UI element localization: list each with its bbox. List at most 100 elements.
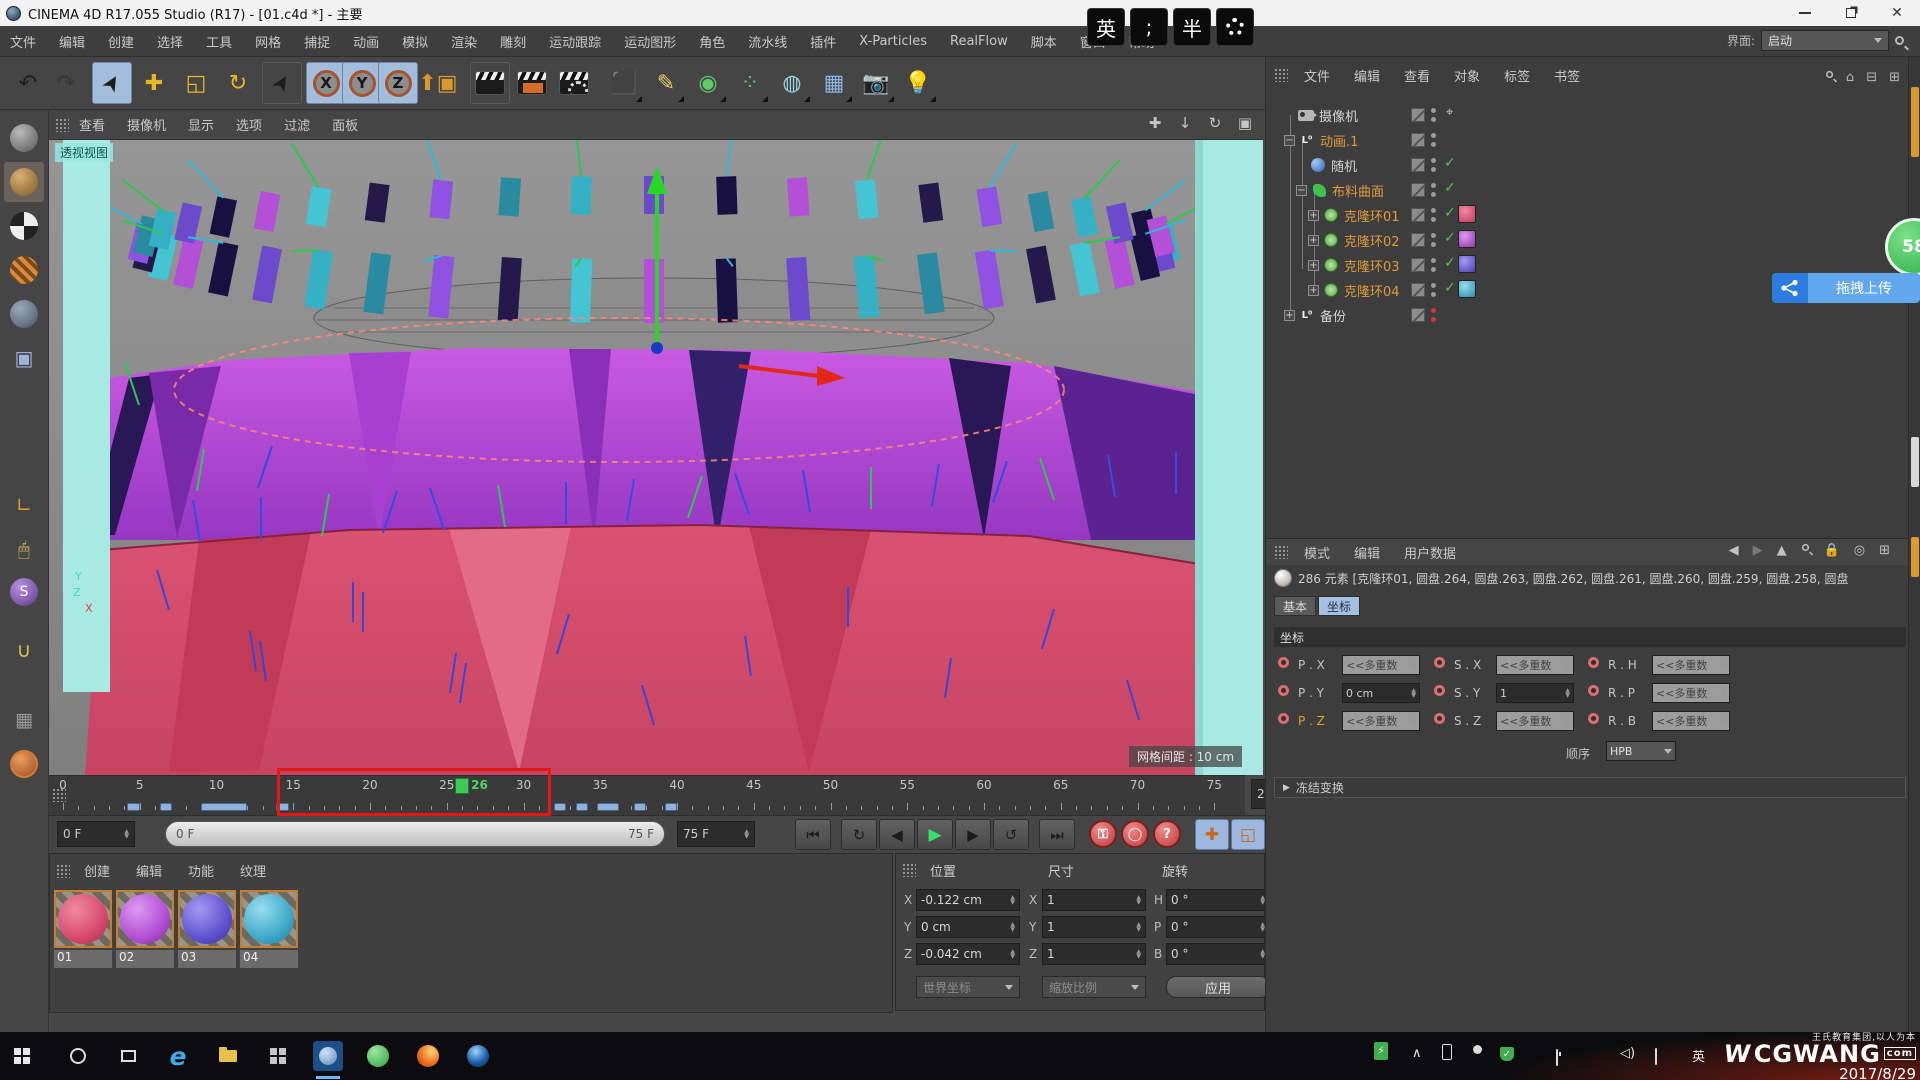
material-tag[interactable]: [1458, 280, 1476, 298]
add-cube-button[interactable]: ⬛: [604, 62, 644, 104]
keyframe-mark[interactable]: [576, 803, 588, 811]
menu-snap[interactable]: 捕捉: [304, 32, 330, 51]
firefox-icon[interactable]: [412, 1040, 444, 1072]
move-tool-button[interactable]: ✚: [134, 62, 174, 104]
menu-plugins[interactable]: 插件: [810, 32, 836, 51]
apply-button[interactable]: 应用: [1166, 976, 1270, 998]
rot-b-field[interactable]: 0 °▲▼: [1166, 943, 1270, 965]
start-button[interactable]: [6, 1040, 38, 1072]
keyframe-mark[interactable]: [634, 803, 646, 811]
keyframe-help-button[interactable]: ?: [1153, 820, 1181, 848]
viewport-rotate-icon[interactable]: ↻: [1205, 114, 1225, 132]
object-row-clone-ring-04[interactable]: + 克隆环04: [1308, 278, 1400, 302]
cortana-button[interactable]: [62, 1040, 94, 1072]
goto-start-button[interactable]: ⏮: [795, 819, 831, 850]
usb-tray-icon[interactable]: ⚡: [1374, 1042, 1388, 1060]
record-position-toggle[interactable]: ✚: [1195, 819, 1229, 850]
viewport-pan-icon[interactable]: ✚: [1145, 114, 1165, 132]
render-settings-button[interactable]: [554, 62, 594, 104]
perspective-viewport[interactable]: 透视视图 网格间距 : 10 cm Y Z X: [49, 140, 1263, 775]
drag-handle-icon[interactable]: [55, 118, 69, 132]
menu-edit[interactable]: 编辑: [59, 32, 85, 51]
keyframe-dot[interactable]: [1278, 657, 1289, 668]
keyframe-dot[interactable]: [1588, 657, 1599, 668]
px-field[interactable]: <<多重数▲▼: [1342, 655, 1420, 675]
subdivision-surface-button[interactable]: ◉: [688, 62, 728, 104]
rings-ball-icon[interactable]: [4, 744, 44, 784]
cinema4d-taskbar-icon[interactable]: [312, 1040, 344, 1072]
rot-h-field[interactable]: 0 °▲▼: [1166, 889, 1270, 911]
previous-frame-button[interactable]: ◀: [879, 819, 915, 850]
rh-field[interactable]: <<多重数▲▼: [1652, 655, 1730, 675]
om-menu-view[interactable]: 查看: [1404, 66, 1430, 85]
drag-upload-button[interactable]: 拖拽上传: [1772, 273, 1920, 303]
drag-handle-icon[interactable]: [1274, 545, 1288, 559]
viewport-menu-view[interactable]: 查看: [79, 115, 105, 134]
redo-button[interactable]: ↷: [46, 62, 86, 104]
material-thumbnail-01[interactable]: [54, 890, 112, 948]
new-panel-icon[interactable]: ⊞: [1879, 543, 1890, 558]
keyframe-dot[interactable]: [1434, 657, 1445, 668]
visibility-dots[interactable]: [1431, 133, 1437, 147]
object-row-camera[interactable]: 摄像机: [1294, 103, 1358, 127]
sx-field[interactable]: <<多重数▲▼: [1496, 655, 1574, 675]
drag-handle-icon[interactable]: [56, 864, 70, 878]
visibility-dots[interactable]: [1431, 158, 1437, 172]
size-z-field[interactable]: 1▲▼: [1042, 943, 1146, 965]
record-keyframe-button[interactable]: ◯: [1121, 820, 1149, 848]
y-axis-lock-button[interactable]: Y: [342, 62, 382, 104]
checker-ball-icon[interactable]: [4, 206, 44, 246]
visibility-dots[interactable]: [1431, 283, 1437, 297]
pick-arrow-icon[interactable]: ▲: [1777, 543, 1787, 558]
rp-field[interactable]: <<多重数▲▼: [1652, 683, 1730, 703]
pos-y-field[interactable]: 0 cm▲▼: [916, 916, 1020, 938]
size-x-field[interactable]: 1▲▼: [1042, 889, 1146, 911]
ruler-tool-icon[interactable]: ∟: [4, 485, 44, 525]
collapse-toggle[interactable]: −: [1296, 185, 1307, 196]
menu-render[interactable]: 渲染: [451, 32, 477, 51]
mograph-cloner-button[interactable]: ⁘: [730, 62, 770, 104]
enabled-check-icon[interactable]: ✓: [1444, 230, 1456, 246]
play-loop-back-button[interactable]: ↻: [841, 819, 877, 850]
pos-x-field[interactable]: -0.122 cm▲▼: [916, 889, 1020, 911]
keyframe-mark[interactable]: [597, 803, 618, 811]
restore-button[interactable]: [1828, 0, 1874, 26]
menu-file[interactable]: 文件: [10, 32, 36, 51]
start-frame-spinner[interactable]: 0 F▲▼: [57, 821, 135, 847]
edge-browser-icon[interactable]: e: [162, 1040, 194, 1072]
drag-handle-icon[interactable]: [1274, 68, 1288, 82]
layer-chip[interactable]: [1411, 308, 1425, 322]
expand-toggle[interactable]: +: [1284, 310, 1295, 321]
coordinate-space-dropdown[interactable]: 世界坐标: [916, 976, 1020, 998]
history-forward-icon[interactable]: ▶: [1753, 543, 1763, 558]
rotate-tool-button[interactable]: ↻: [218, 62, 258, 104]
material-name[interactable]: 01: [54, 950, 112, 968]
file-explorer-icon[interactable]: [212, 1040, 244, 1072]
keyframe-dot[interactable]: [1434, 713, 1445, 724]
next-frame-button[interactable]: ▶: [955, 819, 991, 850]
menu-mesh[interactable]: 网格: [255, 32, 281, 51]
displacement-ball-icon[interactable]: [4, 118, 44, 158]
dock-tab[interactable]: [1911, 537, 1919, 577]
viewport-zoom-icon[interactable]: ↓: [1175, 114, 1195, 132]
array-grid-button[interactable]: ▦: [814, 62, 854, 104]
enabled-check-icon[interactable]: ✓: [1444, 280, 1456, 296]
material-thumbnail-02[interactable]: [116, 890, 174, 948]
spline-pen-button[interactable]: ✎: [646, 62, 686, 104]
keyframe-mark[interactable]: [160, 803, 172, 811]
menu-create[interactable]: 创建: [108, 32, 134, 51]
ime-language-indicator[interactable]: 英: [1692, 1046, 1705, 1065]
cube-stack-icon[interactable]: ▣: [4, 338, 44, 378]
object-row-cloth-surface[interactable]: − 布料曲面: [1296, 178, 1384, 202]
collapse-toggle[interactable]: −: [1284, 135, 1295, 146]
autokey-button[interactable]: ⚿: [1089, 820, 1117, 848]
layer-chip[interactable]: [1411, 108, 1425, 122]
sz-field[interactable]: <<多重数▲▼: [1496, 711, 1574, 731]
material-name[interactable]: 03: [178, 950, 236, 968]
material-thumbnail-04[interactable]: [240, 890, 298, 948]
task-view-button[interactable]: [112, 1040, 144, 1072]
object-row-random[interactable]: 随机: [1306, 153, 1357, 177]
search-icon[interactable]: [1895, 36, 1904, 45]
layer-chip[interactable]: [1411, 233, 1425, 247]
visibility-dots[interactable]: [1431, 258, 1437, 272]
